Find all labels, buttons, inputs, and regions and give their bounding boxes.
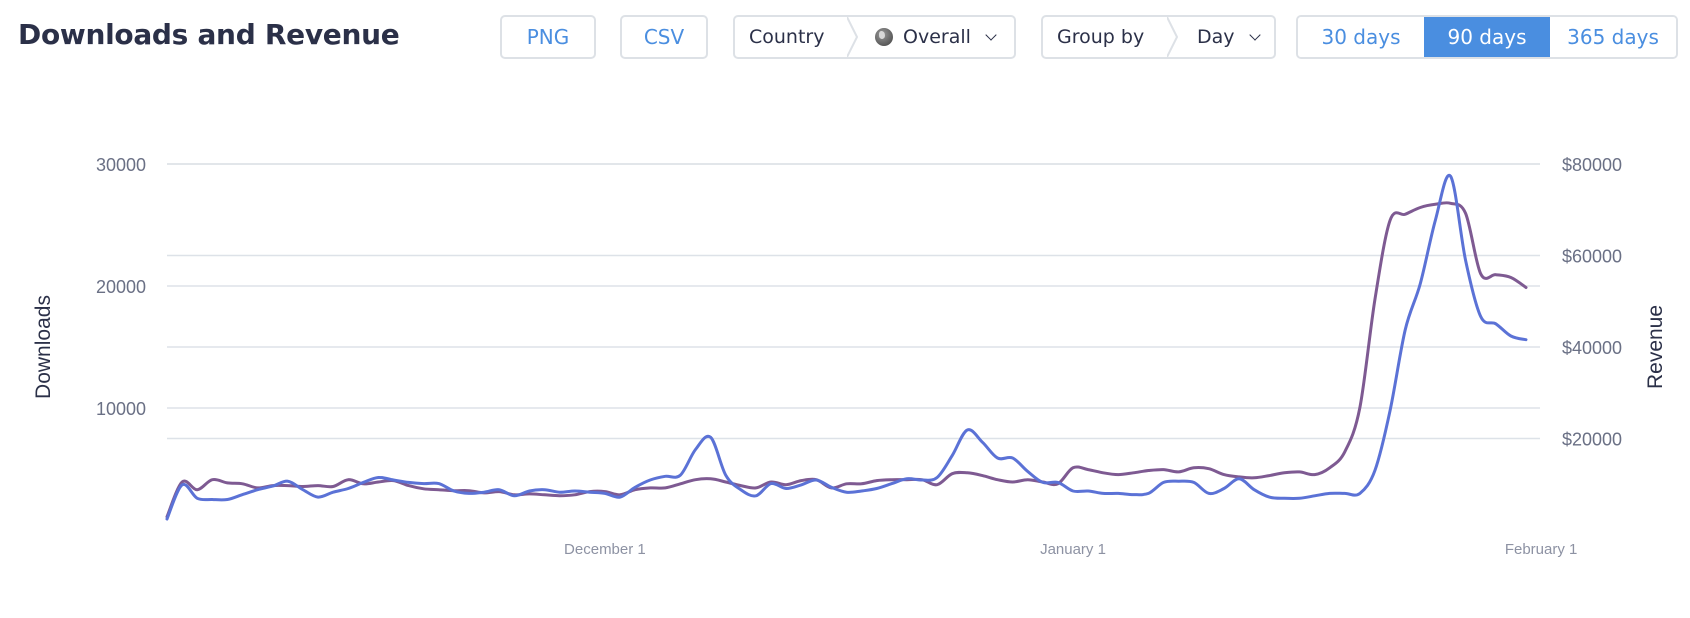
- right-axis-ticks: $20000 $40000 $60000 $80000: [1562, 155, 1622, 450]
- right-tick-label: $40000: [1562, 338, 1622, 358]
- x-tick-label: December 1: [564, 541, 646, 558]
- series-line-revenue: [165, 201, 1528, 519]
- left-axis-label: Downloads: [32, 295, 55, 399]
- right-tick-label: $20000: [1562, 430, 1622, 450]
- left-tick-label: 20000: [96, 277, 146, 297]
- x-tick-label: February 1: [1505, 541, 1578, 558]
- right-axis-label: Revenue: [1644, 305, 1667, 389]
- left-axis-ticks: 10000 20000 30000: [96, 155, 146, 419]
- gridlines: [167, 163, 1540, 440]
- left-tick-label: 30000: [96, 155, 146, 175]
- right-tick-label: $80000: [1562, 155, 1622, 175]
- x-axis-ticks: December 1 January 1 February 1: [564, 541, 1577, 558]
- x-tick-label: January 1: [1040, 541, 1106, 558]
- downloads-revenue-chart: 10000 20000 30000 $20000 $40000 $60000 $80000…: [32, 155, 1667, 558]
- right-tick-label: $60000: [1562, 247, 1622, 267]
- left-tick-label: 10000: [96, 399, 146, 419]
